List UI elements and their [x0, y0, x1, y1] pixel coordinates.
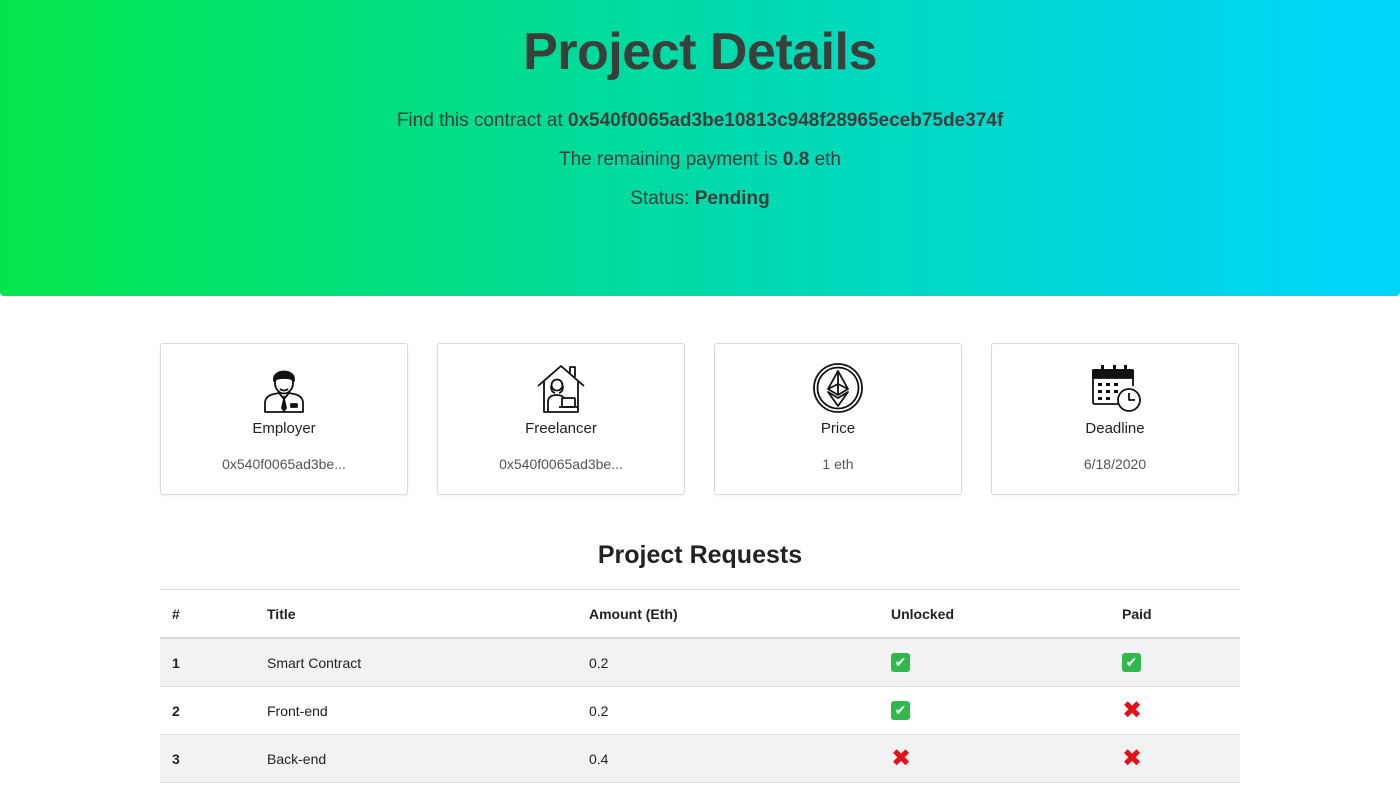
- cross-icon: ✖: [1122, 696, 1143, 724]
- table-row: 2 Front-end 0.2 ✔ ✖: [160, 686, 1240, 735]
- project-requests-title: Project Requests: [597, 541, 803, 569]
- remaining-payment-line: The remaining payment is 0.8 eth: [0, 149, 1400, 171]
- freelancer-label: Freelancer: [525, 420, 597, 437]
- row-unlocked: ✔: [879, 686, 1110, 735]
- cross-icon: ✖: [891, 744, 912, 772]
- remaining-payment-prefix: The remaining payment is: [558, 149, 778, 170]
- status-line: Status: Pending: [0, 188, 1400, 210]
- remaining-payment-unit: eth: [814, 149, 841, 170]
- row-paid: ✔: [1110, 638, 1240, 687]
- row-title: Smart Contract: [255, 638, 577, 687]
- contract-address: 0x540f0065ad3be10813c948f28965eceb75de37…: [567, 110, 1004, 131]
- column-header-paid: Paid: [1110, 589, 1240, 639]
- freelancer-card: Freelancer 0x540f0065ad3be...: [437, 343, 685, 495]
- row-amount: 0.4: [577, 734, 879, 783]
- freelancer-address: 0x540f0065ad3be...: [499, 456, 623, 472]
- check-icon: ✔: [891, 701, 910, 720]
- row-title: Front-end: [255, 686, 577, 735]
- status-label: Status:: [630, 188, 690, 209]
- employer-label: Employer: [252, 420, 316, 437]
- status-value: Pending: [694, 188, 770, 209]
- row-unlocked: ✖: [879, 734, 1110, 783]
- contract-address-line: Find this contract at 0x540f0065ad3be108…: [0, 110, 1400, 132]
- ethereum-icon: [715, 362, 961, 414]
- deadline-label: Deadline: [1085, 420, 1145, 437]
- row-paid: ✖: [1110, 686, 1240, 735]
- project-requests-table: # Title Amount (Eth) Unlocked Paid 1 Smar…: [160, 589, 1240, 783]
- cross-icon: ✖: [1122, 744, 1143, 772]
- row-number: 2: [160, 686, 255, 735]
- check-icon: ✔: [1122, 653, 1141, 672]
- remaining-payment-amount: 0.8: [782, 149, 810, 170]
- page-title: Project Details: [523, 23, 877, 81]
- row-number: 3: [160, 734, 255, 783]
- row-amount: 0.2: [577, 686, 879, 735]
- deadline-value: 6/18/2020: [1083, 456, 1147, 472]
- table-row: 1 Smart Contract 0.2 ✔ ✔: [160, 638, 1240, 687]
- row-number: 1: [160, 638, 255, 687]
- calendar-icon: [992, 362, 1238, 414]
- contract-address-prefix: Find this contract at: [396, 110, 563, 131]
- freelancer-icon: [438, 362, 684, 414]
- price-label: Price: [820, 420, 856, 437]
- row-paid: ✖: [1110, 734, 1240, 783]
- row-title: Back-end: [255, 734, 577, 783]
- deadline-card: Deadline 6/18/2020: [991, 343, 1239, 495]
- employer-icon: [161, 362, 407, 414]
- row-unlocked: ✔: [879, 638, 1110, 687]
- check-icon: ✔: [891, 653, 910, 672]
- column-header-title: Title: [255, 589, 577, 639]
- table-row: 3 Back-end 0.4 ✖ ✖: [160, 734, 1240, 783]
- employer-address: 0x540f0065ad3be...: [222, 456, 346, 472]
- column-header-number: #: [160, 589, 255, 639]
- column-header-unlocked: Unlocked: [879, 589, 1110, 639]
- column-header-amount: Amount (Eth): [577, 589, 879, 639]
- row-amount: 0.2: [577, 638, 879, 687]
- table-header-row: # Title Amount (Eth) Unlocked Paid: [160, 589, 1240, 639]
- employer-card: Employer 0x540f0065ad3be...: [160, 343, 408, 495]
- price-card: Price 1 eth: [714, 343, 962, 495]
- header-banner: Project Details Find this contract at 0x…: [0, 0, 1400, 296]
- price-value: 1 eth: [822, 456, 854, 472]
